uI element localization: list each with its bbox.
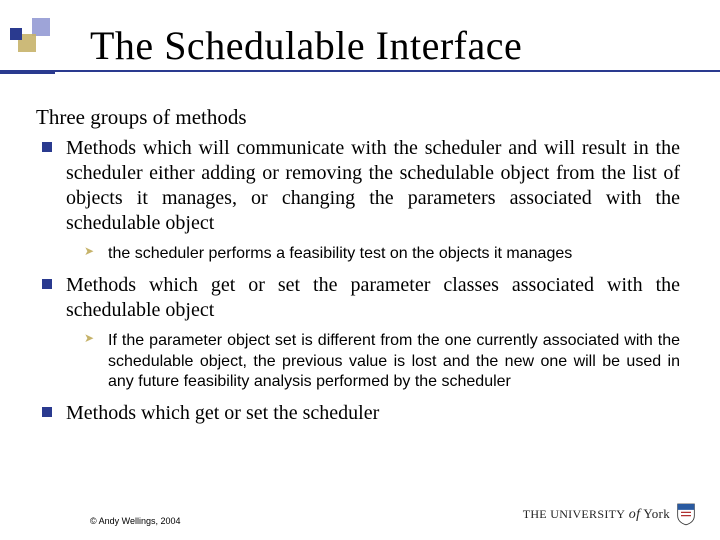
bullet-list: Methods which will communicate with the …	[40, 136, 680, 426]
university-logo: THE UNIVERSITY of York	[523, 502, 696, 526]
list-item: Methods which get or set the scheduler	[40, 401, 680, 426]
slide-subtitle: Three groups of methods	[36, 105, 680, 130]
bullet-text: Methods which get or set the parameter c…	[66, 274, 680, 321]
bullet-text: Methods which get or set the scheduler	[66, 402, 379, 424]
title-underline	[0, 70, 720, 72]
logo-prefix: THE UNIVERSITY	[523, 507, 626, 521]
title-underline-accent	[0, 72, 55, 74]
logo-name: York	[643, 506, 670, 521]
slide-title: The Schedulable Interface	[90, 22, 680, 69]
slide: The Schedulable Interface Three groups o…	[0, 0, 720, 540]
shield-icon	[676, 502, 696, 526]
sub-list: the scheduler performs a feasibility tes…	[66, 244, 680, 265]
list-item: Methods which will communicate with the …	[40, 136, 680, 265]
logo-text: THE UNIVERSITY of York	[523, 506, 670, 523]
list-item: Methods which get or set the parameter c…	[40, 273, 680, 393]
title-decoration	[10, 18, 54, 78]
bullet-text: Methods which will communicate with the …	[66, 137, 680, 234]
copyright: © Andy Wellings, 2004	[90, 516, 181, 526]
sub-list: If the parameter object set is different…	[66, 331, 680, 393]
sub-list-item: If the parameter object set is different…	[84, 331, 680, 393]
sub-list-item: the scheduler performs a feasibility tes…	[84, 244, 680, 265]
footer: © Andy Wellings, 2004 THE UNIVERSITY of …	[0, 502, 720, 526]
logo-of: of	[629, 507, 641, 522]
